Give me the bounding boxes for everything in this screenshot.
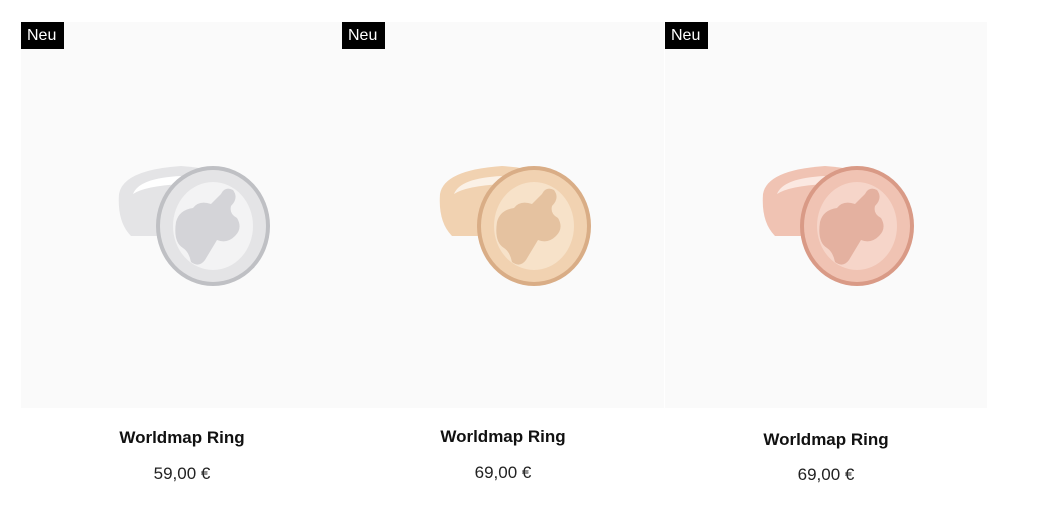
product-price: 69,00 €: [474, 463, 532, 482]
product-name[interactable]: Worldmap Ring: [665, 430, 987, 450]
product-image-rose-gold-ring[interactable]: [665, 22, 987, 408]
product-card[interactable]: Neu Worldmap Ring 69,00 €: [342, 22, 664, 492]
new-badge: Neu: [21, 22, 65, 49]
product-name[interactable]: Worldmap Ring: [342, 427, 664, 447]
new-badge: Neu: [665, 22, 709, 49]
product-image-gold-ring[interactable]: [342, 22, 664, 408]
product-image-silver-ring[interactable]: [21, 22, 343, 408]
new-badge: Neu: [342, 22, 386, 49]
product-card[interactable]: Neu Worldmap Ring 59,00 €: [21, 22, 343, 492]
product-name[interactable]: Worldmap Ring: [21, 428, 343, 448]
product-price: 69,00 €: [797, 465, 855, 484]
product-price: 59,00 €: [153, 464, 211, 483]
product-card[interactable]: Neu Worldmap Ring 69,00 €: [665, 22, 987, 492]
